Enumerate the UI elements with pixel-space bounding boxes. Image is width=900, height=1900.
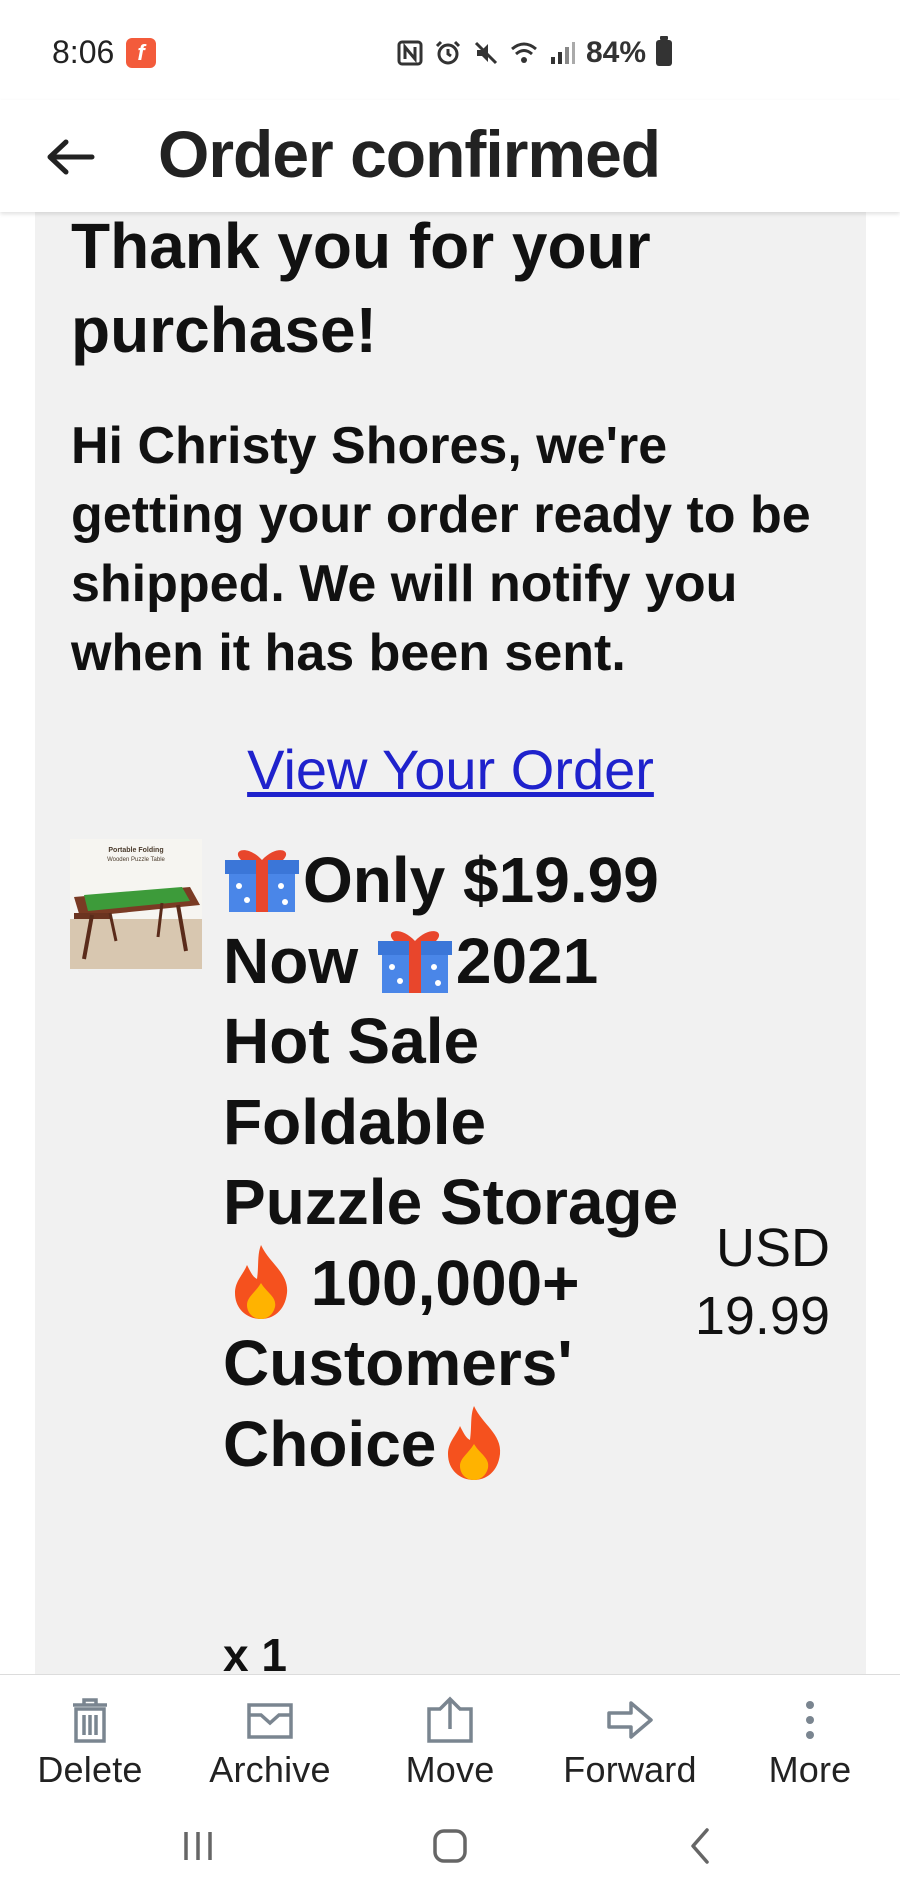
battery-percent: 84%: [585, 36, 646, 69]
back-button[interactable]: [36, 122, 106, 192]
fire-icon: [448, 1405, 501, 1480]
nav-back-button[interactable]: [670, 1816, 730, 1876]
forward-icon: [607, 1701, 653, 1739]
archive-icon: [247, 1703, 293, 1739]
recents-button[interactable]: [168, 1816, 228, 1876]
system-nav-bar: [0, 1792, 900, 1900]
back-icon: [691, 1828, 709, 1864]
price-value: 19.99: [694, 1286, 830, 1346]
mute-icon: [474, 41, 498, 65]
home-icon: [433, 1829, 467, 1863]
greeting-text: Hi Christy Shores, we're getting your or…: [71, 417, 811, 682]
flipboard-icon: f: [126, 38, 156, 68]
more-label: More: [768, 1749, 852, 1790]
move-label: Move: [405, 1749, 495, 1790]
gift-icon: [225, 850, 299, 912]
price-currency: USD: [715, 1218, 830, 1278]
nfc-icon: [397, 40, 423, 66]
delete-button[interactable]: Delete: [0, 1675, 180, 1792]
email-heading: Thank you for your purchase!: [71, 212, 651, 366]
gift-icon: [377, 930, 452, 993]
product-title[interactable]: Only $19.99 Now 2021 Hot Sale Foldable P…: [223, 840, 683, 1484]
page-title: Order confirmed: [158, 117, 661, 191]
product-thumbnail[interactable]: Portable Folding Wooden Puzzle Table: [70, 839, 202, 969]
recents-icon: [184, 1832, 212, 1860]
forward-button[interactable]: Forward: [540, 1675, 720, 1792]
wifi-icon: [510, 42, 537, 63]
status-icons: 84%: [396, 36, 672, 70]
puzzle-table-image: Portable Folding Wooden Puzzle Table: [70, 839, 202, 969]
svg-text:Portable Folding: Portable Folding: [108, 847, 163, 854]
status-bar: 8:06 f 84%: [0, 0, 900, 100]
more-vertical-icon: [806, 1701, 814, 1739]
action-toolbar: Delete Archive Move Forward More: [0, 1674, 900, 1792]
trash-icon: [73, 1698, 107, 1743]
product-quantity: x 1: [223, 1629, 287, 1674]
svg-text:Wooden Puzzle Table: Wooden Puzzle Table: [107, 857, 165, 863]
email-body: Thank you for your purchase! Hi Christy …: [35, 212, 866, 1674]
product-price: USD 19.99: [630, 1214, 830, 1350]
home-button[interactable]: [420, 1816, 480, 1876]
battery-icon: [656, 36, 672, 66]
fire-icon: [235, 1244, 288, 1319]
app-header: Order confirmed: [0, 100, 900, 212]
alarm-icon: [435, 40, 461, 65]
archive-button[interactable]: Archive: [180, 1675, 360, 1792]
signal-icon: [550, 42, 575, 64]
move-icon: [427, 1696, 473, 1743]
view-order-link[interactable]: View Your Order: [35, 732, 866, 808]
archive-label: Archive: [209, 1749, 331, 1790]
move-button[interactable]: Move: [360, 1675, 540, 1792]
status-time: 8:06: [52, 34, 115, 70]
more-button[interactable]: More: [720, 1675, 900, 1792]
back-arrow-icon: [47, 139, 95, 175]
forward-label: Forward: [563, 1749, 697, 1790]
delete-label: Delete: [37, 1749, 143, 1790]
